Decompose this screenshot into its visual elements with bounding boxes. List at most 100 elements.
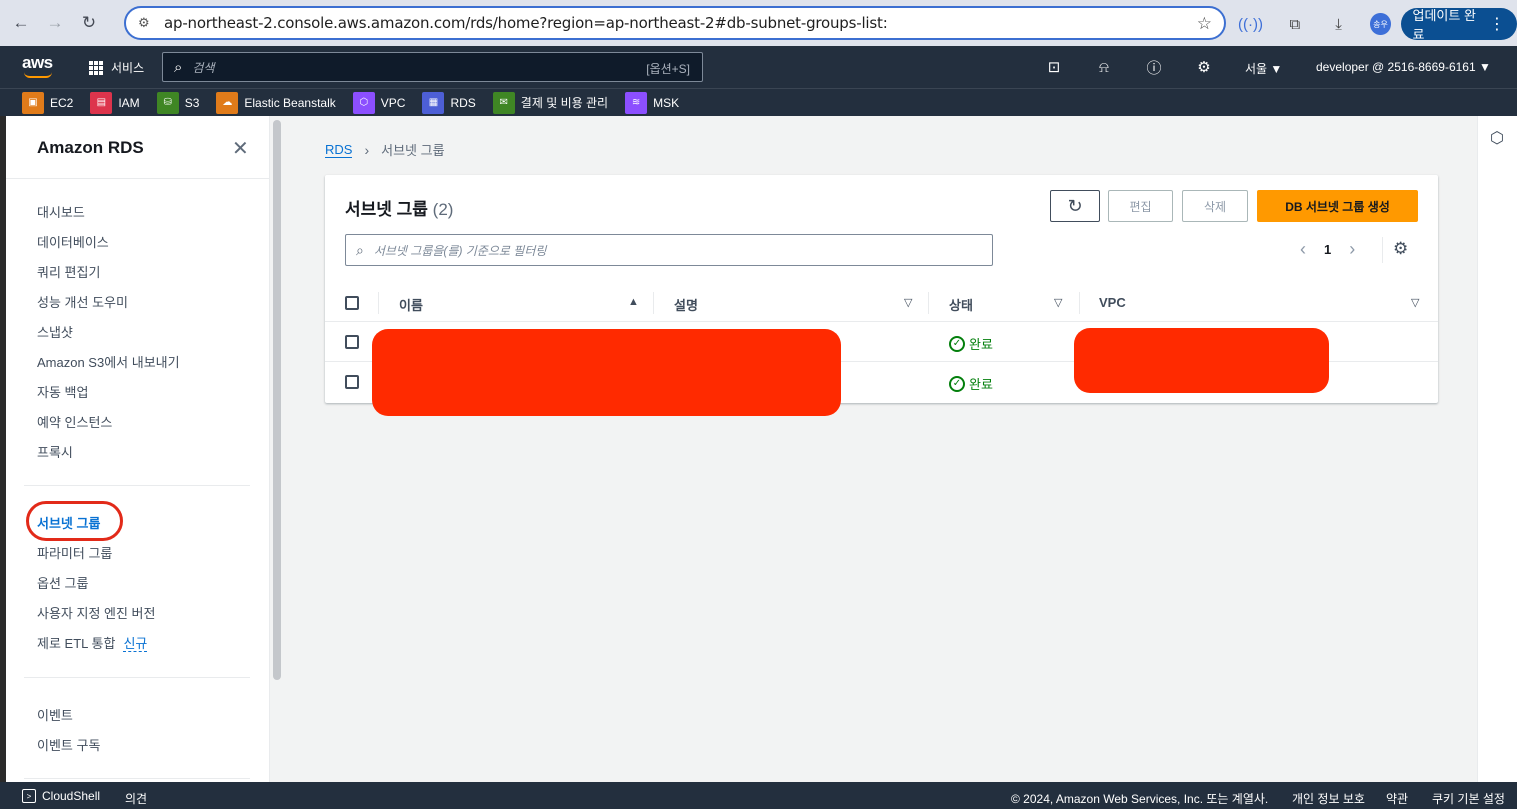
sidebar-scrollbar[interactable] bbox=[273, 120, 281, 680]
status-badge: ✓ 완료 bbox=[949, 334, 993, 353]
sidebar-item-dashboard[interactable]: 대시보드 bbox=[37, 202, 85, 221]
item-count: (2) bbox=[432, 200, 454, 219]
favorite-결제-및-비용-관리[interactable]: ✉ 결제 및 비용 관리 bbox=[492, 91, 609, 114]
favorite-msk[interactable]: ≋ MSK bbox=[625, 91, 680, 114]
chevron-left-icon[interactable]: ‹ bbox=[1300, 239, 1306, 260]
aws-logo[interactable]: aws bbox=[22, 53, 53, 78]
services-label: 서비스 bbox=[111, 61, 145, 75]
sidebar-item-event-subscriptions[interactable]: 이벤트 구독 bbox=[37, 735, 100, 754]
status-text: 완료 bbox=[969, 337, 993, 352]
select-all-checkbox[interactable] bbox=[345, 296, 359, 310]
favorite-label: 결제 및 비용 관리 bbox=[520, 96, 609, 110]
services-menu[interactable]: 서비스 bbox=[89, 59, 144, 76]
row-checkbox[interactable] bbox=[345, 375, 359, 389]
row-checkbox[interactable] bbox=[345, 335, 359, 349]
chevron-right-icon[interactable]: › bbox=[1349, 239, 1355, 260]
feedback-link[interactable]: 의견 bbox=[125, 790, 147, 807]
refresh-button[interactable]: ↻ bbox=[1050, 190, 1100, 222]
favorite-elastic-beanstalk[interactable]: ☁ Elastic Beanstalk bbox=[216, 91, 336, 114]
bookmark-star-icon[interactable]: ☆ bbox=[1197, 14, 1212, 34]
vpc-icon: ⬡ bbox=[352, 91, 375, 114]
search-placeholder: 검색 bbox=[192, 60, 215, 75]
sort-caret-icon[interactable]: ▽ bbox=[1411, 296, 1419, 309]
favorite-label: VPC bbox=[380, 95, 406, 110]
broadcast-icon[interactable]: ((·)) bbox=[1238, 11, 1263, 37]
cloudshell-icon[interactable]: ⊡ bbox=[1043, 56, 1065, 78]
favorite-rds[interactable]: ▦ RDS bbox=[422, 91, 476, 114]
sidebar-item-performance-insights[interactable]: 성능 개선 도우미 bbox=[37, 292, 128, 311]
info-panel-icon[interactable]: ⬡ bbox=[1490, 128, 1504, 148]
panel-title-text: 서브넷 그룹 bbox=[345, 200, 428, 219]
sidebar-item-parameter-groups[interactable]: 파라미터 그룹 bbox=[37, 543, 112, 562]
download-icon[interactable]: ⤓ bbox=[1327, 11, 1351, 37]
edit-button[interactable]: 편집 bbox=[1108, 190, 1173, 222]
favorite-ec2[interactable]: ▣ EC2 bbox=[22, 91, 74, 114]
sidebar-item-query-editor[interactable]: 쿼리 편집기 bbox=[37, 262, 100, 281]
refresh-icon: ↻ bbox=[1067, 195, 1083, 216]
redaction-mark bbox=[1074, 328, 1329, 393]
sidebar-item-zero-etl[interactable]: 제로 ETL 통합 신규 bbox=[37, 633, 148, 652]
privacy-link[interactable]: 개인 정보 보호 bbox=[1292, 790, 1365, 807]
check-circle-icon: ✓ bbox=[949, 375, 965, 392]
favorite-label: MSK bbox=[653, 95, 680, 110]
site-settings-icon[interactable]: ⚙ bbox=[138, 15, 156, 31]
sidebar-item-events[interactable]: 이벤트 bbox=[37, 705, 73, 724]
column-header-name[interactable]: 이름 bbox=[399, 295, 423, 314]
breadcrumb: RDS › 서브넷 그룹 bbox=[325, 140, 445, 159]
filter-input[interactable]: ⌕ 서브넷 그룹을(를) 기준으로 필터링 bbox=[345, 234, 993, 266]
close-icon[interactable]: ✕ bbox=[232, 136, 249, 161]
extensions-icon[interactable]: ⧉ bbox=[1283, 11, 1307, 37]
favorite-s3[interactable]: ⛁ S3 bbox=[156, 91, 199, 114]
table-settings-gear-icon[interactable]: ⚙ bbox=[1393, 239, 1408, 259]
sidebar-item-s3-exports[interactable]: Amazon S3에서 내보내기 bbox=[37, 352, 180, 371]
chevron-right-icon: › bbox=[364, 141, 370, 158]
terms-link[interactable]: 약관 bbox=[1386, 790, 1408, 807]
region-selector[interactable]: 서울 ▼ bbox=[1245, 60, 1282, 77]
terminal-icon: > bbox=[22, 789, 36, 803]
delete-button[interactable]: 삭제 bbox=[1182, 190, 1248, 222]
aws-top-nav: aws 서비스 ⌕ 검색 [옵션+S] ⊡ ⍾ ⓘ ⚙ 서울 ▼ develop… bbox=[0, 46, 1517, 88]
create-subnet-group-button[interactable]: DB 서브넷 그룹 생성 bbox=[1257, 190, 1418, 222]
address-bar[interactable]: ⚙ ap-northeast-2.console.aws.amazon.com/… bbox=[124, 6, 1226, 40]
browser-update-button[interactable]: 업데이트 완료 ⋮ bbox=[1400, 8, 1517, 42]
forward-arrow-icon[interactable]: → bbox=[42, 10, 68, 36]
sort-ascending-icon[interactable]: ▲ bbox=[628, 296, 639, 308]
sidebar-item-databases[interactable]: 데이터베이스 bbox=[37, 232, 109, 251]
page-number[interactable]: 1 bbox=[1324, 242, 1331, 257]
cloudshell-button[interactable]: > CloudShell bbox=[22, 789, 100, 803]
sidebar-item-reserved-instances[interactable]: 예약 인스턴스 bbox=[37, 412, 112, 431]
sidebar-item-custom-engine-versions[interactable]: 사용자 지정 엔진 버전 bbox=[37, 603, 155, 622]
notifications-bell-icon[interactable]: ⍾ bbox=[1093, 56, 1115, 78]
cloudshell-label: CloudShell bbox=[42, 789, 101, 803]
msk-icon: ≋ bbox=[625, 91, 648, 114]
console-search-input[interactable]: ⌕ 검색 [옵션+S] bbox=[162, 52, 703, 82]
main-content: RDS › 서브넷 그룹 서브넷 그룹 (2) ↻ 편집 삭제 DB 서브넷 그… bbox=[286, 116, 1477, 782]
sort-caret-icon[interactable]: ▽ bbox=[1054, 296, 1062, 309]
column-header-status[interactable]: 상태 bbox=[949, 295, 973, 314]
sidebar-item-snapshots[interactable]: 스냅샷 bbox=[37, 322, 73, 341]
favorite-label: RDS bbox=[450, 95, 476, 110]
settings-gear-icon[interactable]: ⚙ bbox=[1193, 56, 1215, 78]
profile-avatar[interactable]: 송우 bbox=[1370, 13, 1391, 35]
column-header-vpc[interactable]: VPC bbox=[1099, 295, 1126, 310]
account-menu[interactable]: developer @ 2516-8669-6161 ▼ bbox=[1316, 60, 1491, 74]
billing-icon: ✉ bbox=[492, 91, 515, 114]
rds-icon: ▦ bbox=[422, 91, 445, 114]
help-icon[interactable]: ⓘ bbox=[1143, 56, 1165, 78]
column-header-description[interactable]: 설명 bbox=[674, 295, 698, 314]
sidebar-item-automated-backups[interactable]: 자동 백업 bbox=[37, 382, 88, 401]
filter-placeholder: 서브넷 그룹을(를) 기준으로 필터링 bbox=[373, 243, 547, 258]
console-footer: > CloudShell 의견 © 2024, Amazon Web Servi… bbox=[0, 782, 1517, 809]
reload-icon[interactable]: ↻ bbox=[76, 10, 102, 36]
copyright-text: © 2024, Amazon Web Services, Inc. 또는 계열사… bbox=[1011, 792, 1269, 806]
favorite-label: EC2 bbox=[50, 95, 74, 110]
sidebar-item-option-groups[interactable]: 옵션 그룹 bbox=[37, 573, 88, 592]
sidebar-item-proxies[interactable]: 프록시 bbox=[37, 442, 73, 461]
sort-caret-icon[interactable]: ▽ bbox=[904, 296, 912, 309]
breadcrumb-rds-link[interactable]: RDS bbox=[325, 142, 353, 158]
cookie-preferences-link[interactable]: 쿠키 기본 설정 bbox=[1432, 790, 1505, 807]
favorite-vpc[interactable]: ⬡ VPC bbox=[352, 91, 406, 114]
favorite-iam[interactable]: ▤ IAM bbox=[90, 91, 140, 114]
subnet-groups-table-panel: 서브넷 그룹 (2) ↻ 편집 삭제 DB 서브넷 그룹 생성 ⌕ 서브넷 그룹… bbox=[325, 175, 1438, 416]
back-arrow-icon[interactable]: ← bbox=[8, 10, 34, 36]
